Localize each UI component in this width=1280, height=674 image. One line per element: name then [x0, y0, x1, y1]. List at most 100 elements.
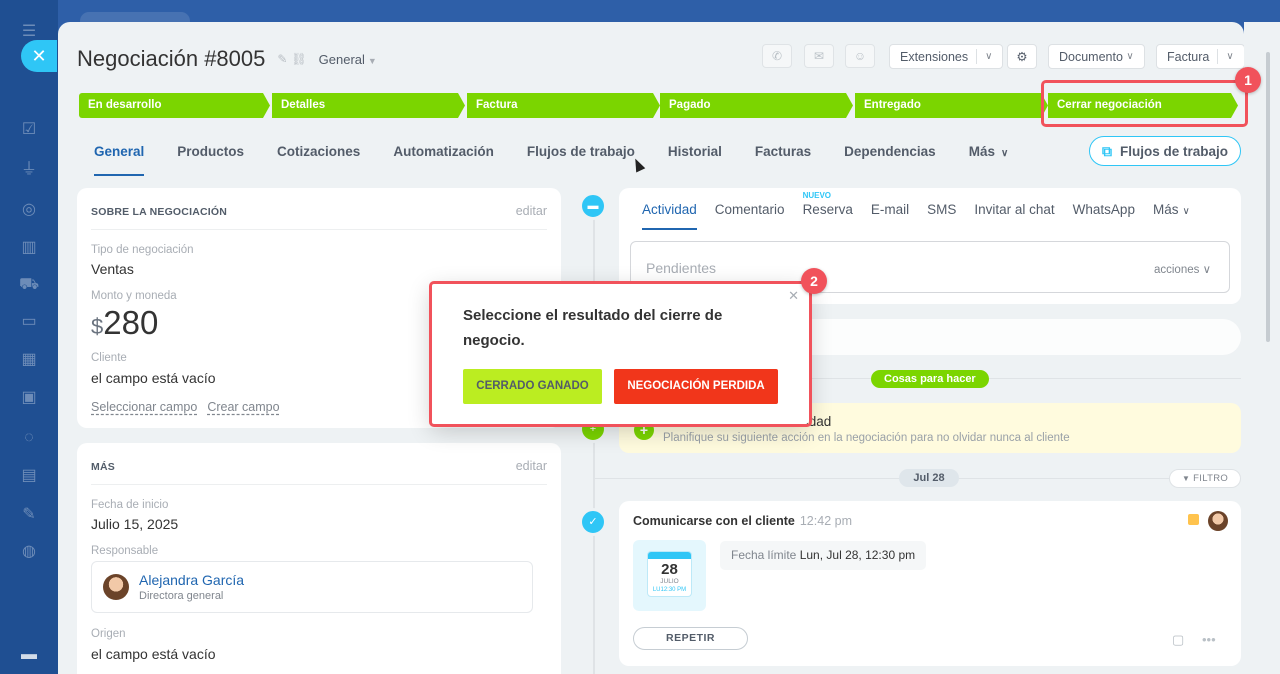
globe-icon[interactable]: ◍ — [19, 542, 39, 562]
client-label: Cliente — [91, 352, 127, 364]
responsible-person[interactable]: Alejandra García Directora general — [91, 561, 533, 613]
person-role: Directora general — [139, 590, 224, 602]
tab-mas-label: Más — [968, 144, 995, 159]
deadline[interactable]: Fecha límite Lun, Jul 28, 12:30 pm — [720, 541, 927, 570]
editor-tab-actividad[interactable]: Actividad — [642, 202, 697, 230]
extensions-button[interactable]: Extensiones ∨ — [889, 44, 1004, 69]
callout-badge-2: 2 — [801, 268, 827, 294]
printer-icon[interactable]: ▬ — [19, 645, 39, 665]
edit-link[interactable]: editar — [516, 204, 547, 218]
editor-tab-reserva[interactable]: NUEVO Reserva — [803, 191, 853, 217]
comment-dot-icon: ▬ — [579, 192, 607, 220]
deal-tabs: General Productos Cotizaciones Automatiz… — [94, 144, 1041, 176]
filter-button[interactable]: ▼ FILTRO — [1169, 469, 1241, 488]
chevron-down-icon: ∨ — [1182, 206, 1190, 217]
priority-flag-icon[interactable] — [1188, 514, 1199, 525]
calendar-day: 28 — [661, 561, 678, 578]
more-dots-icon[interactable]: ••• — [1202, 632, 1216, 647]
tab-automatizacion[interactable]: Automatización — [393, 144, 494, 168]
currency-symbol: $ — [91, 314, 104, 339]
new-badge: NUEVO — [802, 191, 832, 200]
callout-badge-1: 1 — [1235, 67, 1261, 93]
cart-icon[interactable]: ⛟ — [19, 275, 39, 295]
chevron-down-icon: ∨ — [1126, 51, 1134, 62]
invoice-button[interactable]: Factura ∨ — [1156, 44, 1244, 69]
amount-number: 280 — [103, 304, 159, 341]
document-label: Documento — [1059, 49, 1123, 64]
chat-bubble-icon[interactable]: ☺ — [845, 44, 875, 68]
deal-type-value: Ventas — [91, 261, 134, 277]
settings-icon[interactable]: ◌ — [19, 428, 39, 448]
deadline-value: Lun, Jul 28, 12:30 pm — [799, 548, 916, 562]
edit-link-icons[interactable]: ✎⛓ — [277, 52, 310, 66]
workflows-button[interactable]: ⧉ Flujos de trabajo — [1089, 136, 1241, 166]
tab-mas[interactable]: Más ∨ — [969, 144, 1009, 168]
right-side-area — [1244, 22, 1280, 674]
todo-badge: Cosas para hacer — [871, 370, 989, 388]
todo-placeholder: Pendientes — [646, 260, 717, 276]
tab-facturas[interactable]: Facturas — [755, 144, 811, 168]
tab-flujos[interactable]: Flujos de trabajo — [527, 144, 635, 168]
pencil-icon[interactable]: ✎ — [19, 505, 39, 525]
card-heading: MÁS — [91, 461, 115, 473]
calendar-header — [648, 552, 691, 559]
caret-down-icon: ▼ — [367, 55, 377, 66]
editor-tab-invitar[interactable]: Invitar al chat — [974, 202, 1054, 217]
analytics-icon[interactable]: ▥ — [19, 238, 39, 258]
close-slider-button[interactable]: ✕ — [21, 40, 57, 72]
activity-title-text: Comunicarse con el cliente — [633, 514, 795, 528]
tab-general[interactable]: General — [94, 144, 145, 176]
amount-label: Monto y moneda — [91, 290, 177, 302]
note-icon[interactable]: ▢ — [1172, 632, 1184, 648]
chat-icon[interactable]: ▭ — [19, 312, 39, 332]
stage-detalles[interactable]: Detalles — [272, 93, 465, 118]
document-icon[interactable]: ▤ — [19, 466, 39, 486]
document-button[interactable]: Documento ∨ — [1048, 44, 1145, 69]
stage-entregado[interactable]: Entregado — [855, 93, 1048, 118]
tab-dependencias[interactable]: Dependencias — [844, 144, 936, 168]
category-selector[interactable]: General ▼ — [319, 52, 377, 67]
close-icon: ✕ — [31, 46, 47, 66]
check-dot-icon: ✓ — [579, 508, 607, 536]
more-card: MÁS editar Fecha de inicio Julio 15, 202… — [77, 443, 561, 674]
robot-icon[interactable]: ◎ — [19, 200, 39, 220]
editor-tab-comentario[interactable]: Comentario — [715, 202, 785, 217]
activity-title[interactable]: Comunicarse con el cliente 12:42 pm — [633, 514, 852, 528]
editor-tab-sms[interactable]: SMS — [927, 202, 956, 217]
activity-time: 12:42 pm — [799, 514, 852, 528]
select-field-link[interactable]: Seleccionar campo — [91, 400, 197, 414]
building-icon[interactable]: ▣ — [19, 388, 39, 408]
tab-productos[interactable]: Productos — [177, 144, 244, 168]
stage-highlight — [1041, 80, 1248, 127]
field-links: Seleccionar campo Crear campo — [91, 400, 290, 414]
amount-value: $280 — [91, 304, 158, 342]
create-field-link[interactable]: Crear campo — [207, 400, 279, 414]
actions-dropdown[interactable]: acciones ∨ — [1154, 262, 1211, 276]
phone-icon[interactable]: ✆ — [762, 44, 792, 68]
repeat-button[interactable]: REPETIR — [633, 627, 748, 650]
scrollbar[interactable] — [1266, 52, 1270, 342]
menu-icon[interactable]: ☰ — [19, 22, 39, 42]
stage-pagado[interactable]: Pagado — [660, 93, 853, 118]
settings-button[interactable]: ⚙ — [1007, 44, 1037, 69]
calendar-icon[interactable]: ▦ — [19, 350, 39, 370]
tasks-icon[interactable]: ☑ — [19, 120, 39, 140]
editor-tab-email[interactable]: E-mail — [871, 202, 909, 217]
tab-historial[interactable]: Historial — [668, 144, 722, 168]
avatar — [1208, 511, 1228, 531]
person-name[interactable]: Alejandra García — [139, 572, 244, 588]
popup-highlight — [429, 281, 812, 427]
gear-icon: ⚙ — [1016, 50, 1028, 64]
separator — [976, 49, 978, 64]
calendar-month: JULIO — [660, 578, 679, 585]
stage-en-desarrollo[interactable]: En desarrollo — [79, 93, 270, 118]
workflow-icon: ⧉ — [1101, 142, 1112, 159]
editor-tab-mas[interactable]: Más ∨ — [1153, 202, 1190, 217]
funnel-icon[interactable]: ⏚ — [19, 160, 39, 180]
edit-link[interactable]: editar — [516, 459, 547, 473]
tab-cotizaciones[interactable]: Cotizaciones — [277, 144, 360, 168]
editor-tab-whatsapp[interactable]: WhatsApp — [1073, 202, 1135, 217]
mail-icon[interactable]: ✉ — [804, 44, 834, 68]
stage-factura[interactable]: Factura — [467, 93, 660, 118]
chevron-down-icon: ∨ — [1202, 264, 1211, 276]
